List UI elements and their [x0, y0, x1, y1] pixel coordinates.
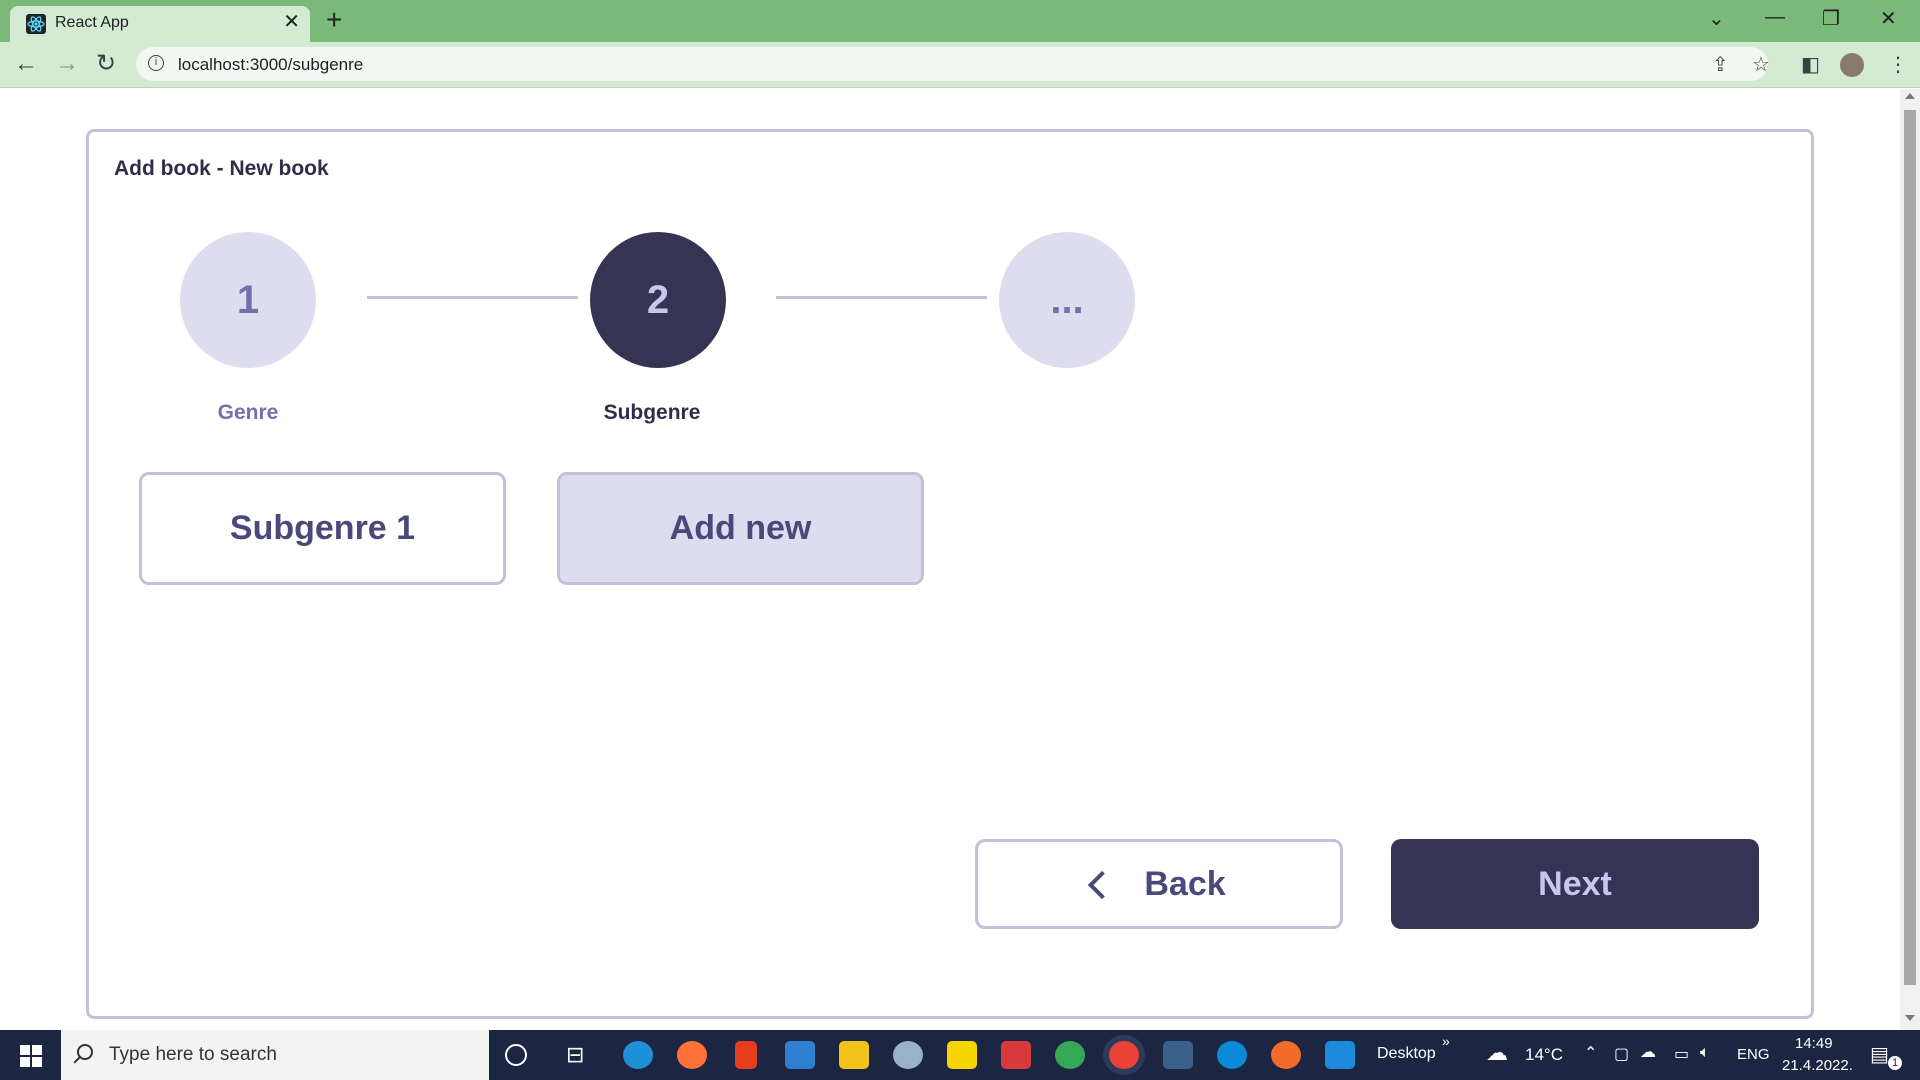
sticky-notes-icon[interactable]	[947, 1041, 977, 1069]
page-title: Add book - New book	[114, 157, 329, 180]
windows-taskbar: Type here to search ⊟ Desktop » ☁ 14°C ⌃…	[0, 1030, 1920, 1080]
scroll-down-icon[interactable]	[1905, 1015, 1915, 1021]
office-icon[interactable]	[735, 1041, 757, 1069]
menu-kebab-icon[interactable]: ⋮	[1888, 52, 1908, 77]
new-tab-button[interactable]: +	[326, 6, 342, 34]
cortana-icon[interactable]	[505, 1044, 527, 1066]
desktop-toolbar-label[interactable]: Desktop	[1377, 1045, 1436, 1063]
tab-search-icon[interactable]: ⌄	[1708, 6, 1725, 31]
step-3-circle: ...	[999, 232, 1135, 368]
onedrive-cloud-icon[interactable]: ☁	[1640, 1042, 1656, 1062]
scroll-up-icon[interactable]	[1905, 93, 1915, 99]
show-hidden-icons-chevron-icon[interactable]: ⌃	[1584, 1043, 1597, 1063]
task-view-icon[interactable]: ⊟	[566, 1042, 584, 1068]
notifications-badge: 1	[1888, 1056, 1902, 1070]
subgenre-option-button[interactable]: Subgenre 1	[139, 472, 506, 585]
browser-tab-bar: React App ✕ + ⌄ — ❐ ✕	[0, 0, 1920, 42]
restore-icon[interactable]: ❐	[1822, 6, 1840, 31]
windows-start-icon[interactable]	[20, 1045, 42, 1067]
snipping-tool-icon[interactable]	[893, 1041, 923, 1069]
profile-avatar[interactable]	[1840, 53, 1864, 77]
back-button-label: Back	[1144, 864, 1226, 903]
minimize-icon[interactable]: —	[1765, 6, 1785, 29]
language-indicator[interactable]: ENG	[1737, 1046, 1770, 1063]
reload-icon[interactable]: ↻	[96, 50, 116, 78]
share-icon[interactable]: ⇪	[1712, 52, 1729, 77]
postman-icon[interactable]	[1271, 1041, 1301, 1069]
step-2-circle[interactable]: 2	[590, 232, 726, 368]
step-2-label: Subgenre	[603, 401, 701, 424]
weather-cloud-icon[interactable]: ☁	[1486, 1040, 1508, 1066]
add-new-subgenre-button[interactable]: Add new	[557, 472, 924, 585]
file-explorer-icon[interactable]	[839, 1041, 869, 1069]
back-arrow-icon[interactable]: ←	[14, 50, 38, 78]
bookmark-star-icon[interactable]: ☆	[1752, 52, 1770, 77]
scrollbar-thumb[interactable]	[1904, 110, 1916, 985]
back-button[interactable]: Back	[975, 839, 1343, 929]
vscode-icon[interactable]	[1325, 1041, 1355, 1069]
notifications-icon[interactable]: ▤	[1870, 1042, 1889, 1067]
clock-time[interactable]: 14:49	[1795, 1035, 1833, 1052]
step-connector-2	[776, 296, 987, 299]
react-favicon-icon	[26, 14, 46, 34]
firefox-icon[interactable]	[677, 1041, 707, 1069]
volume-icon[interactable]: 🔈︎	[1700, 1044, 1710, 1062]
site-info-icon[interactable]: i	[148, 55, 164, 71]
step-connector-1	[367, 296, 578, 299]
forward-arrow-icon[interactable]: →	[55, 50, 79, 78]
side-panel-icon[interactable]: ◧	[1801, 52, 1820, 77]
browser-toolbar: ← → ↻ i localhost:3000/subgenre ⇪ ☆ ◧ ⋮	[0, 42, 1920, 88]
search-icon	[77, 1044, 93, 1060]
chrome-active-icon[interactable]	[1109, 1041, 1139, 1069]
edge-browser-icon[interactable]	[623, 1041, 653, 1069]
address-bar[interactable]	[136, 47, 1768, 81]
taskbar-search-box[interactable]: Type here to search	[61, 1030, 489, 1080]
sql-server-icon[interactable]	[1163, 1041, 1193, 1069]
tab-title: React App	[55, 14, 129, 31]
mail-icon[interactable]	[785, 1041, 815, 1069]
search-placeholder: Type here to search	[109, 1044, 277, 1065]
step-1-label: Genre	[217, 401, 279, 424]
step-1-circle[interactable]: 1	[180, 232, 316, 368]
close-window-icon[interactable]: ✕	[1880, 6, 1897, 31]
gmail-icon[interactable]	[1001, 1041, 1031, 1069]
url-text[interactable]: localhost:3000/subgenre	[178, 55, 363, 75]
weather-temperature[interactable]: 14°C	[1525, 1045, 1563, 1065]
device-icon[interactable]: ▢	[1614, 1044, 1629, 1064]
next-button[interactable]: Next	[1391, 839, 1759, 929]
skype-icon[interactable]	[1217, 1041, 1247, 1069]
chevron-left-icon	[1088, 870, 1117, 900]
clock-date[interactable]: 21.4.2022.	[1782, 1057, 1853, 1074]
chrome-icon[interactable]	[1055, 1041, 1085, 1069]
browser-tab[interactable]: React App ✕	[10, 6, 310, 42]
desktop-chevron-icon[interactable]: »	[1442, 1033, 1450, 1049]
tab-close-icon[interactable]: ✕	[283, 12, 300, 32]
battery-icon[interactable]: ▭	[1674, 1044, 1689, 1064]
